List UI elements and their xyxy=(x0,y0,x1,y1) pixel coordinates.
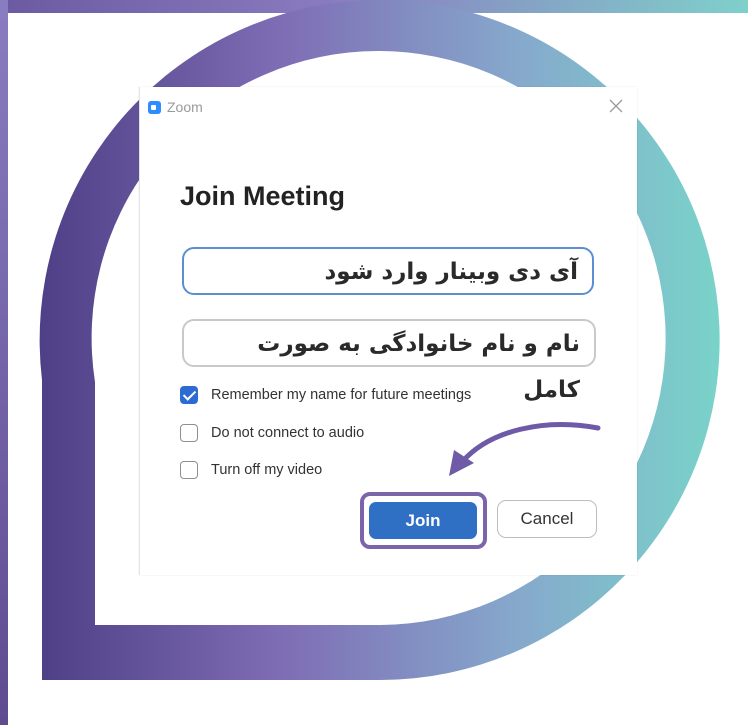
cancel-button[interactable]: Cancel xyxy=(497,500,597,538)
title-bar: Zoom xyxy=(140,87,637,131)
video-off-checkbox[interactable] xyxy=(180,461,198,479)
remember-name-checkbox[interactable] xyxy=(180,386,198,404)
no-audio-label: Do not connect to audio xyxy=(211,425,365,441)
page-title: Join Meeting xyxy=(180,181,346,211)
name-input[interactable]: نام و نام خانوادگی به صورت کامل xyxy=(182,319,596,403)
meeting-id-input[interactable]: آی دی وبینار وارد شود xyxy=(182,247,594,295)
remember-name-label: Remember my name for future meetings xyxy=(211,387,472,403)
remember-name-option[interactable]: Remember my name for future meetings xyxy=(180,385,471,405)
window-title: Zoom xyxy=(167,99,203,115)
zoom-logo-icon xyxy=(148,101,161,114)
video-off-option[interactable]: Turn off my video xyxy=(180,460,322,480)
close-icon[interactable] xyxy=(609,99,623,113)
join-button[interactable]: Join xyxy=(369,502,477,539)
join-meeting-dialog: Zoom Join Meeting آی دی وبینار وارد شود … xyxy=(139,87,637,575)
video-off-label: Turn off my video xyxy=(211,462,323,478)
no-audio-checkbox[interactable] xyxy=(180,424,198,442)
no-audio-option[interactable]: Do not connect to audio xyxy=(180,423,364,443)
